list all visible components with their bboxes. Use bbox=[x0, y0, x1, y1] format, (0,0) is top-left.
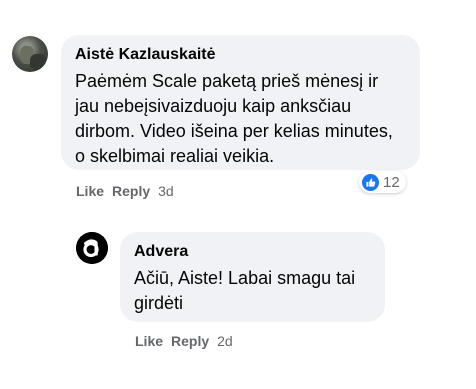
like-button[interactable]: Like bbox=[76, 183, 104, 199]
advera-logo-icon[interactable] bbox=[76, 232, 108, 264]
comment-bubble: Aistė Kazlauskaitė Paėmėm Scale paketą p… bbox=[61, 35, 420, 170]
avatar-photo-detail bbox=[30, 54, 46, 70]
reaction-summary[interactable]: 12 bbox=[359, 171, 406, 193]
reply-bubble: Advera Ačiū, Aiste! Labai smagu tai gird… bbox=[120, 232, 385, 322]
comment-text: Paėmėm Scale paketą prieš mėnesį ir jau … bbox=[75, 71, 393, 166]
comment-timestamp[interactable]: 3d bbox=[158, 183, 174, 199]
avatar[interactable] bbox=[12, 36, 48, 72]
reply-actions: Like Reply 2d bbox=[135, 333, 233, 349]
like-icon bbox=[362, 173, 379, 191]
comment-actions: Like Reply 3d bbox=[76, 183, 174, 199]
reply-author[interactable]: Advera bbox=[134, 242, 371, 262]
reaction-count: 12 bbox=[383, 173, 400, 191]
reply-button[interactable]: Reply bbox=[171, 333, 209, 349]
reply-timestamp[interactable]: 2d bbox=[217, 333, 233, 349]
reply-text: Ačiū, Aiste! Labai smagu tai girdėti bbox=[134, 268, 356, 313]
comment-author[interactable]: Aistė Kazlauskaitė bbox=[75, 45, 406, 65]
reply-button[interactable]: Reply bbox=[112, 183, 150, 199]
like-button[interactable]: Like bbox=[135, 333, 163, 349]
